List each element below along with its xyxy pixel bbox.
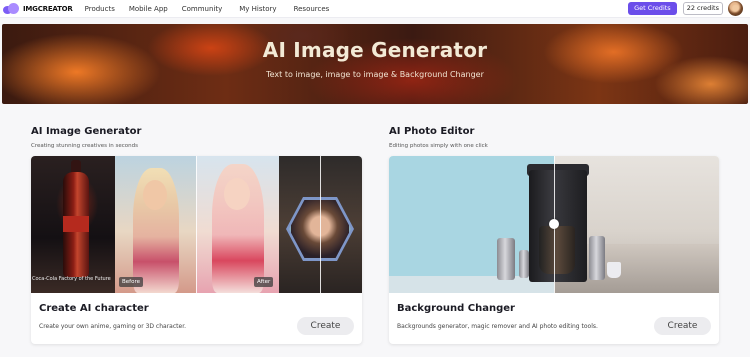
coffee-carafe	[539, 226, 575, 274]
canister-right	[589, 236, 605, 280]
hero-subtitle: Text to image, image to image & Backgrou…	[266, 70, 484, 79]
before-photo	[115, 156, 196, 293]
before-tag: Before	[119, 277, 143, 287]
create-button[interactable]: Create	[654, 317, 711, 335]
canister-left	[497, 238, 515, 280]
get-credits-button[interactable]: Get Credits	[628, 2, 677, 15]
cloud-logo-icon	[3, 3, 20, 14]
card-title: Background Changer	[397, 303, 515, 314]
card-create-ai-character[interactable]: Coca-Cola Factory of the Future Before A…	[31, 156, 362, 344]
nav-link-products[interactable]: Products	[85, 5, 115, 13]
nav-link-mobile-app[interactable]: Mobile App	[129, 5, 168, 13]
card-title: Create AI character	[39, 303, 149, 314]
nav-right: Get Credits 22 credits	[628, 1, 743, 16]
image-watermark: Coca-Cola Factory of the Future	[32, 276, 111, 282]
canister-small	[519, 250, 529, 278]
top-nav: IMGCREATOR Products Mobile App Community…	[0, 0, 750, 18]
compare-divider-2	[320, 156, 321, 293]
background-changer-image	[389, 156, 719, 293]
section-title-photo-editor: AI Photo Editor	[389, 126, 475, 137]
compare-slider-handle[interactable]	[549, 219, 559, 229]
card-description: Backgrounds generator, magic remover and…	[397, 323, 598, 330]
logo-text: IMGCREATOR	[23, 4, 73, 13]
after-tag: After	[254, 277, 274, 287]
cup	[607, 262, 621, 278]
section-subtitle-image-generator: Creating stunning creatives in seconds	[31, 143, 138, 149]
nav-link-community[interactable]: Community	[182, 5, 223, 13]
avatar[interactable]	[728, 1, 743, 16]
card-description: Create your own anime, gaming or 3D char…	[39, 323, 187, 330]
logo[interactable]: IMGCREATOR	[3, 3, 73, 14]
compare-divider	[196, 156, 197, 293]
section-subtitle-photo-editor: Editing photos simply with one click	[389, 143, 488, 149]
nav-link-my-history[interactable]: My History	[239, 5, 276, 13]
section-title-image-generator: AI Image Generator	[31, 126, 142, 137]
create-button[interactable]: Create	[297, 317, 354, 335]
hero-title: AI Image Generator	[262, 38, 488, 62]
bottle-image	[31, 156, 115, 293]
credits-balance[interactable]: 22 credits	[682, 2, 723, 15]
nav-links: Products Mobile App Community My History…	[85, 5, 330, 13]
card-background-changer[interactable]: Background Changer Backgrounds generator…	[389, 156, 719, 344]
after-photo	[196, 156, 279, 293]
nav-link-resources[interactable]: Resources	[294, 5, 330, 13]
before-after-image: Coca-Cola Factory of the Future Before A…	[31, 156, 362, 293]
hero-banner: AI Image Generator Text to image, image …	[2, 24, 748, 104]
